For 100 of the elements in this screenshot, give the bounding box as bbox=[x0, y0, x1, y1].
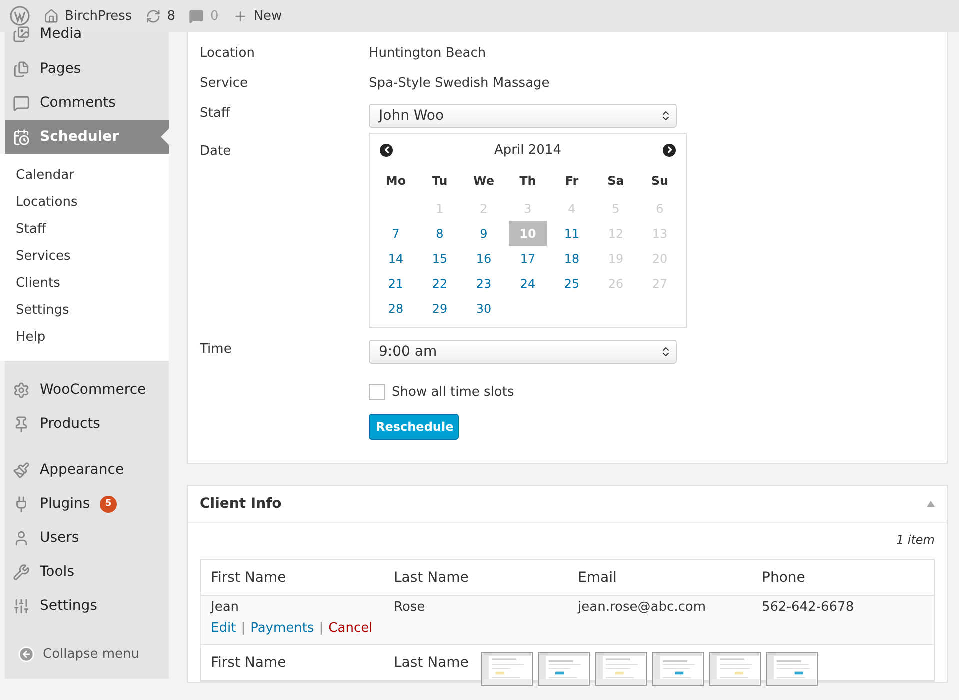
calendar-day[interactable]: 29 bbox=[421, 296, 459, 321]
field-label: Staff bbox=[200, 105, 232, 123]
submenu-item[interactable]: Clients bbox=[5, 270, 169, 297]
field-label: Location bbox=[200, 45, 256, 63]
staff-select[interactable]: John Woo bbox=[369, 104, 677, 128]
comment-icon bbox=[13, 94, 30, 112]
next-month-button[interactable] bbox=[663, 144, 676, 156]
pin-icon bbox=[13, 416, 30, 432]
submenu-item[interactable]: Settings bbox=[5, 297, 169, 324]
calendar-day[interactable]: 25 bbox=[553, 271, 591, 296]
weekday-label: Fr bbox=[564, 173, 580, 190]
menu-label: Comments bbox=[40, 95, 116, 111]
column-header[interactable]: Last Name bbox=[394, 560, 469, 595]
calendar-day[interactable]: 24 bbox=[509, 271, 547, 296]
calendar-day[interactable]: 22 bbox=[421, 271, 459, 296]
home-icon bbox=[44, 8, 59, 24]
count-badge: 5 bbox=[100, 496, 118, 512]
collapse-icon bbox=[18, 646, 35, 662]
menu-label: Settings bbox=[40, 598, 98, 614]
media-icon bbox=[13, 26, 30, 43]
row-action-link[interactable]: Edit bbox=[211, 621, 236, 636]
select-arrows-icon bbox=[660, 110, 672, 122]
field-label: Date bbox=[200, 143, 232, 161]
pages-icon bbox=[13, 60, 30, 78]
calendar-day[interactable]: 8 bbox=[421, 221, 459, 246]
checkbox-label: Show all time slots bbox=[392, 384, 514, 400]
row-action-link[interactable]: Cancel bbox=[328, 621, 373, 636]
wordpress-logo-icon[interactable] bbox=[10, 6, 30, 26]
menu-item[interactable]: WooCommerce bbox=[5, 373, 169, 407]
calendar-day[interactable]: 17 bbox=[509, 246, 547, 271]
calendar-day[interactable]: 18 bbox=[553, 246, 591, 271]
column-header[interactable]: First Name bbox=[211, 645, 286, 680]
menu-item[interactable]: Media bbox=[5, 26, 169, 52]
submenu-item[interactable]: Staff bbox=[5, 216, 169, 243]
menu-item[interactable]: Pages bbox=[5, 52, 169, 86]
column-header[interactable]: Email bbox=[578, 560, 617, 595]
calendar-day[interactable]: 30 bbox=[465, 296, 503, 321]
submenu-item[interactable]: Help bbox=[5, 324, 169, 351]
calendar-day[interactable]: 7 bbox=[377, 221, 415, 246]
menu-item[interactable]: Settings bbox=[5, 589, 169, 623]
gear-icon bbox=[13, 382, 30, 398]
column-header[interactable]: Last Name bbox=[394, 645, 469, 680]
field-label: Time bbox=[200, 341, 233, 359]
month-title: April 2014 bbox=[494, 142, 562, 158]
menu-label: Users bbox=[40, 530, 80, 546]
separator: | bbox=[241, 621, 246, 636]
calendar-day[interactable]: 16 bbox=[465, 246, 503, 271]
time-select[interactable]: 9:00 am bbox=[369, 340, 677, 364]
separator: | bbox=[319, 621, 324, 636]
collapse-menu-button[interactable]: Collapse menu bbox=[5, 639, 169, 669]
comment-icon bbox=[189, 8, 204, 24]
menu-item[interactable]: Plugins 5 bbox=[5, 487, 169, 521]
weekday-label: Sa bbox=[606, 173, 626, 190]
menu-label: Products bbox=[40, 416, 100, 432]
menu-item[interactable]: Scheduler bbox=[5, 120, 169, 154]
calendar-icon bbox=[13, 128, 30, 146]
weekday-label: Mo bbox=[384, 173, 408, 190]
menu-item[interactable]: Comments bbox=[5, 86, 169, 120]
row-action-link[interactable]: Payments bbox=[250, 621, 314, 636]
table-cell-text: Jean bbox=[211, 599, 240, 615]
submenu-item[interactable]: Calendar bbox=[5, 162, 169, 189]
updates-link[interactable]: 8 bbox=[146, 8, 176, 24]
menu-label: Tools bbox=[40, 564, 74, 580]
previous-month-button[interactable] bbox=[380, 144, 393, 156]
weekday-label: Su bbox=[650, 173, 670, 190]
menu-item[interactable]: Tools bbox=[5, 555, 169, 589]
item-count: 1 item bbox=[895, 532, 935, 549]
field-label: Service bbox=[200, 75, 250, 93]
column-header[interactable]: First Name bbox=[211, 560, 286, 595]
weekday-label: Tu bbox=[431, 173, 449, 190]
menu-item[interactable]: Users bbox=[5, 521, 169, 555]
table-cell-text: Rose bbox=[394, 599, 426, 615]
calendar-day[interactable]: 11 bbox=[553, 221, 591, 246]
menu-label: WooCommerce bbox=[40, 382, 146, 398]
field-value: Huntington Beach bbox=[369, 45, 486, 63]
checkbox[interactable] bbox=[369, 384, 385, 400]
sliders-icon bbox=[13, 598, 30, 614]
column-header[interactable]: Phone bbox=[762, 560, 806, 595]
submenu-item[interactable]: Locations bbox=[5, 189, 169, 216]
wrench-icon bbox=[13, 564, 30, 580]
menu-label: Pages bbox=[40, 61, 82, 77]
calendar-day[interactable]: 28 bbox=[377, 296, 415, 321]
calendar-day[interactable]: 14 bbox=[377, 246, 415, 271]
user-icon bbox=[13, 530, 30, 546]
submenu-item[interactable]: Services bbox=[5, 243, 169, 270]
menu-item[interactable]: Products bbox=[5, 407, 169, 441]
calendar-day[interactable]: 9 bbox=[465, 221, 503, 246]
field-value: Spa-Style Swedish Massage bbox=[369, 75, 550, 93]
site-link[interactable]: BirchPress bbox=[44, 8, 132, 24]
calendar-day[interactable]: 23 bbox=[465, 271, 503, 296]
plus-icon bbox=[232, 8, 248, 24]
table-cell-text: jean.rose@abc.com bbox=[578, 599, 706, 615]
select-arrows-icon bbox=[660, 346, 672, 358]
menu-item[interactable]: Appearance bbox=[5, 453, 169, 487]
new-link[interactable]: New bbox=[232, 8, 282, 24]
calendar-day[interactable]: 21 bbox=[377, 271, 415, 296]
menu-label: Media bbox=[40, 26, 82, 42]
calendar-day[interactable]: 15 bbox=[421, 246, 459, 271]
weekday-label: We bbox=[472, 173, 496, 190]
box-title: Client Info bbox=[200, 496, 282, 512]
